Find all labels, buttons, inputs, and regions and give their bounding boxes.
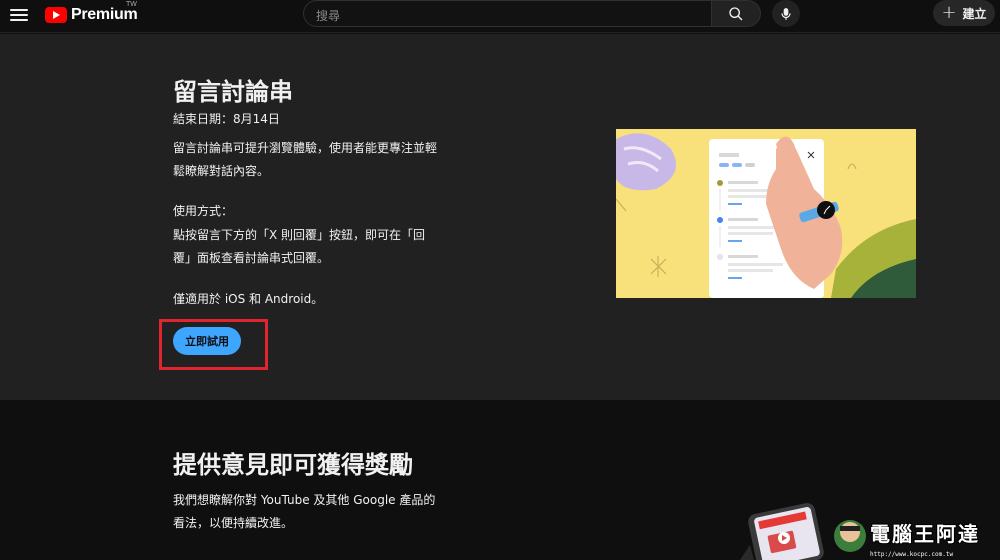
logo-text: Premium <box>71 6 138 23</box>
logo-region: TW <box>126 1 137 8</box>
menu-icon[interactable] <box>9 6 29 26</box>
mic-icon <box>781 7 791 20</box>
feature-description: 留言討論串可提升瀏覽體驗，使用者能更專注並輕鬆瞭解對話內容。 <box>173 141 438 178</box>
search-button[interactable] <box>711 0 761 27</box>
plus-icon: + <box>941 2 957 23</box>
create-button[interactable]: + 建立 <box>933 0 995 26</box>
highlight-annotation <box>159 319 268 370</box>
top-bar: Premium TW 搜尋 + 建立 <box>0 0 1000 33</box>
watermark: 電腦王阿達 http://www.kocpc.com.tw <box>870 518 980 558</box>
feedback-title: 提供意見即可獲得獎勵 <box>173 451 413 479</box>
howto-title: 使用方式： <box>173 204 234 218</box>
youtube-logo-icon <box>45 7 67 23</box>
feature-title: 留言討論串 <box>173 78 293 106</box>
howto-text: 點按留言下方的「X 則回覆」按鈕，即可在「回覆」面板查看討論串式回覆。 <box>173 228 426 265</box>
platform-note: 僅適用於 iOS 和 Android。 <box>173 292 324 306</box>
search-icon <box>729 6 743 20</box>
cutoff-text-line <box>173 552 428 560</box>
feature-illustration <box>616 129 916 298</box>
experimental-feature-card: 留言討論串 結束日期：8月14日 留言討論串可提升瀏覽體驗，使用者能更專注並輕鬆… <box>0 34 1000 400</box>
create-label: 建立 <box>962 6 987 21</box>
search-input[interactable]: 搜尋 <box>303 0 712 27</box>
watermark-url: http://www.kocpc.com.tw <box>870 551 954 558</box>
watermark-text: 電腦王阿達 <box>870 522 980 546</box>
voice-search-button[interactable] <box>772 0 800 27</box>
feedback-description: 我們想瞭解你對 YouTube 及其他 Google 產品的看法，以便持續改進。 <box>173 493 436 530</box>
feature-end-date: 結束日期：8月14日 <box>173 112 280 126</box>
youtube-premium-logo[interactable]: Premium <box>45 3 138 27</box>
